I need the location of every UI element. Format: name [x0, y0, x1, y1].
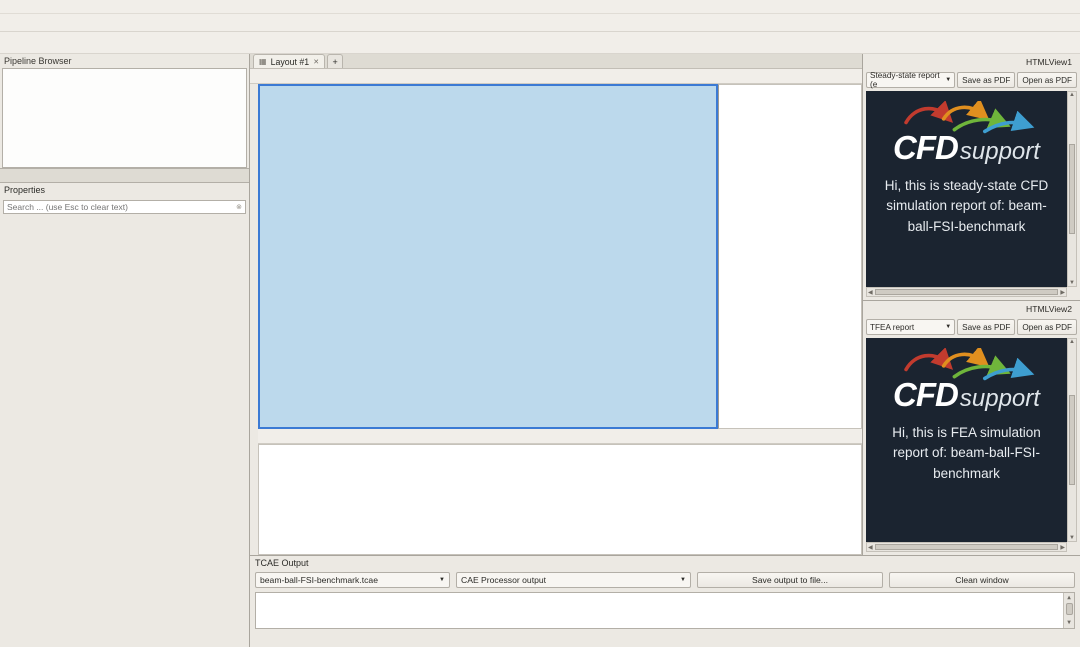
- log-scrollbar[interactable]: ▲▼: [1063, 593, 1074, 628]
- panel-tabs: [0, 168, 249, 183]
- output-tabs: [250, 631, 1080, 647]
- left-panel: Pipeline Browser Properties ⊗: [0, 54, 250, 647]
- tcae-paraview-window: { "menu": {"items": ["File","Edit","View…: [0, 0, 1080, 647]
- tcae-output-title: TCAE Output: [255, 558, 309, 568]
- camera-toolbar: [0, 32, 1080, 54]
- output-file-select[interactable]: beam-ball-FSI-benchmark.tcae▼: [255, 572, 450, 588]
- logo-support-text: support: [960, 385, 1040, 413]
- logo-cfd-text: CFD: [893, 376, 958, 414]
- properties-action-buttons: [0, 196, 249, 198]
- pipeline-tree: [2, 68, 247, 168]
- view-toolbar: [250, 69, 862, 84]
- properties-rows: [0, 216, 249, 647]
- layout-icon: ▦: [259, 57, 267, 66]
- render-view[interactable]: [258, 84, 718, 429]
- layout-tab-label: Layout #1: [271, 57, 310, 67]
- logo-cfd-text: CFD: [893, 129, 958, 167]
- horizontal-scrollbar[interactable]: ◀▶: [866, 542, 1067, 552]
- output-file-value: beam-ball-FSI-benchmark.tcae: [260, 575, 378, 585]
- clear-search-icon[interactable]: ⊗: [236, 203, 242, 211]
- pipeline-browser-title: Pipeline Browser: [4, 56, 72, 66]
- layout-tab[interactable]: ▦ Layout #1 ✕: [253, 54, 325, 68]
- output-stream-select[interactable]: CAE Processor output▼: [456, 572, 691, 588]
- report-type-value-2: TFEA report: [870, 323, 914, 332]
- report-content-2: CFD support Hi, this is FEA simulation r…: [866, 338, 1067, 542]
- save-output-button[interactable]: Save output to file...: [697, 572, 883, 588]
- output-log[interactable]: ▲▼: [255, 592, 1075, 629]
- report-type-select[interactable]: Steady-state report (e▼: [866, 72, 955, 88]
- logo-support-text: support: [960, 138, 1040, 166]
- monitor-chart-view: [258, 444, 862, 555]
- html-view-1: HTMLView1 Steady-state report (e▼ Save a…: [863, 54, 1080, 300]
- report-content: CFD support Hi, this is steady-state CFD…: [866, 91, 1067, 287]
- tcae-output-panel: TCAE Output beam-ball-FSI-benchmark.tcae…: [250, 555, 1080, 647]
- layout-tab-bar: ▦ Layout #1 ✕ +: [250, 54, 862, 69]
- vertical-scrollbar[interactable]: ▲▼: [1067, 338, 1077, 542]
- open-as-pdf-button[interactable]: Open as PDF: [1017, 72, 1077, 88]
- main-toolbar: [0, 14, 1080, 32]
- search-input[interactable]: [7, 202, 236, 212]
- report-text-2: Hi, this is FEA simulation report of: be…: [874, 423, 1059, 484]
- menu-bar: [0, 0, 1080, 14]
- residuals-chart-view: [718, 84, 862, 429]
- report-type-value: Steady-state report (e: [870, 71, 945, 89]
- properties-title: Properties: [4, 185, 45, 195]
- html-view-2: HTMLView2 TFEA report▼ Save as PDF Open …: [863, 300, 1080, 555]
- clean-window-button[interactable]: Clean window: [889, 572, 1075, 588]
- properties-search: ⊗: [3, 200, 246, 214]
- output-stream-value: CAE Processor output: [461, 575, 546, 585]
- open-as-pdf-button-2[interactable]: Open as PDF: [1017, 319, 1077, 335]
- html-view-2-title: HTMLView2: [1026, 304, 1072, 314]
- add-layout-tab[interactable]: +: [327, 54, 343, 68]
- cfd-support-logo: CFD support: [893, 101, 1040, 167]
- horizontal-scrollbar[interactable]: ◀▶: [866, 287, 1067, 297]
- html-view-1-title: HTMLView1: [1026, 57, 1072, 67]
- save-as-pdf-button[interactable]: Save as PDF: [957, 72, 1015, 88]
- close-layout-icon[interactable]: ✕: [313, 58, 319, 66]
- save-as-pdf-button-2[interactable]: Save as PDF: [957, 319, 1015, 335]
- vertical-scrollbar[interactable]: ▲▼: [1067, 91, 1077, 287]
- monitor-toolbar: [258, 429, 862, 444]
- report-text: Hi, this is steady-state CFD simulation …: [874, 176, 1059, 237]
- cfd-support-logo-2: CFD support: [893, 348, 1040, 414]
- report-type-select-2[interactable]: TFEA report▼: [866, 319, 955, 335]
- right-panel: HTMLView1 Steady-state report (e▼ Save a…: [862, 54, 1080, 555]
